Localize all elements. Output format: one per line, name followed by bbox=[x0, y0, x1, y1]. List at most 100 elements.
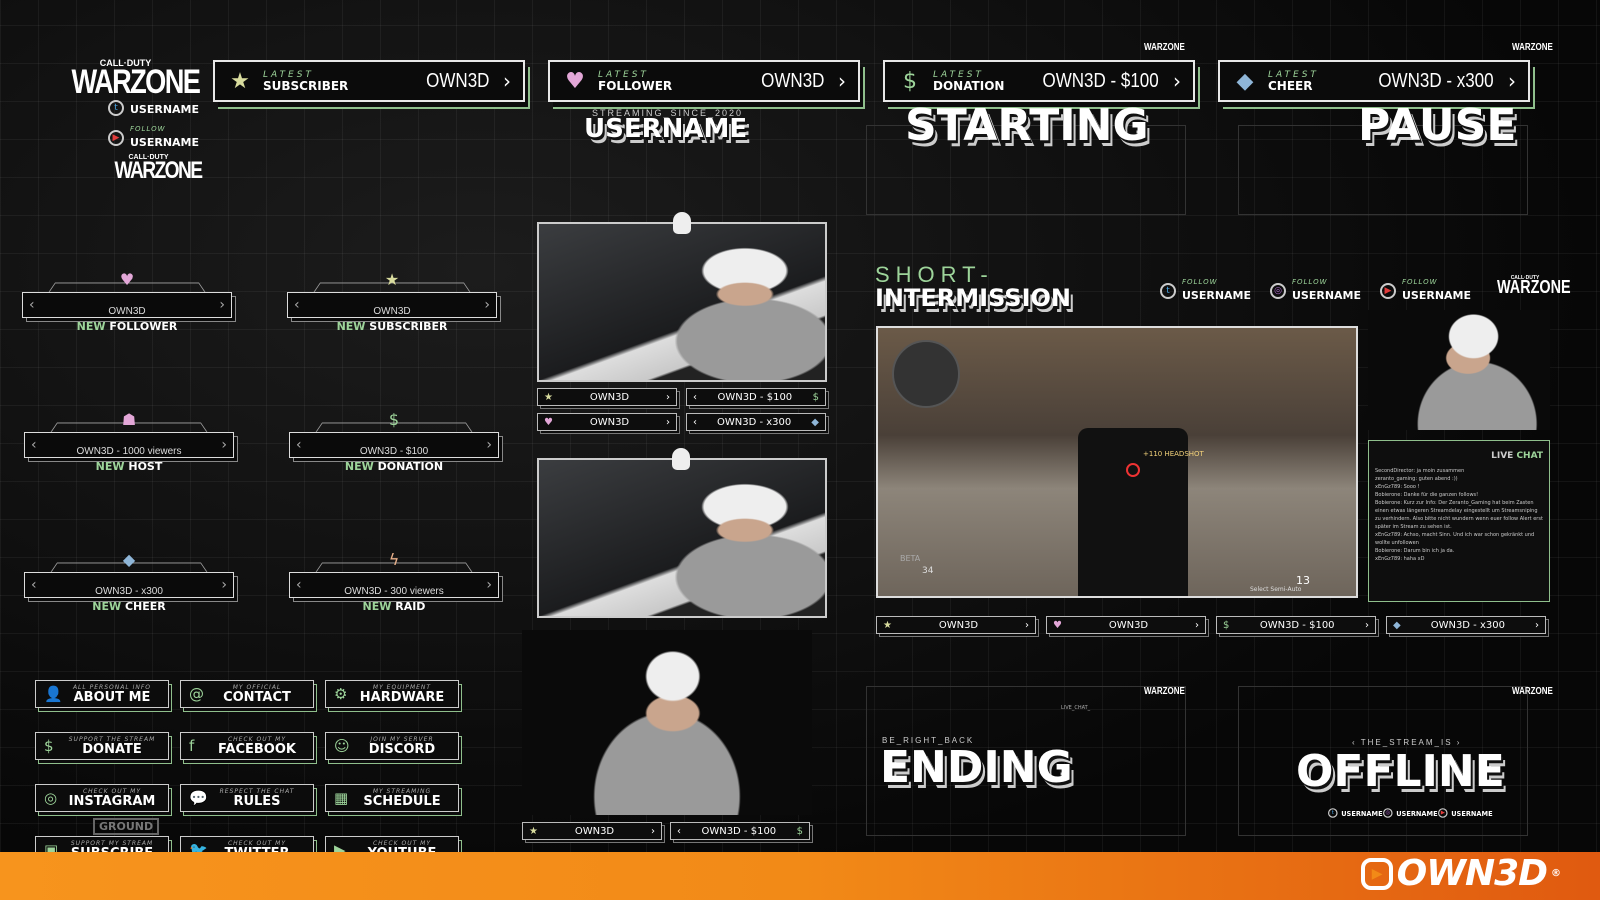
panel-instagram[interactable]: ◎ CHECK OUT MY INSTAGRAM bbox=[35, 784, 169, 812]
star-icon: ★ bbox=[384, 270, 400, 289]
twitter-icon: t bbox=[1328, 808, 1338, 818]
panel-donate[interactable]: $ SUPPORT THE STREAM DONATE bbox=[35, 732, 169, 760]
offline-follow-1[interactable]: ◎ USERNAME bbox=[1383, 808, 1438, 818]
panel-facebook[interactable]: f CHECK OUT MY FACEBOOK bbox=[180, 732, 314, 760]
calendar-icon: ▦ bbox=[334, 789, 349, 807]
warzone-logo-offline: WARZONE bbox=[1512, 686, 1553, 697]
diamond-icon: ◆ bbox=[122, 550, 136, 569]
hit-marker-text: +110 HEADSHOT bbox=[1143, 450, 1204, 458]
chevron-right-icon: › bbox=[503, 69, 511, 93]
webcam-frame-3 bbox=[522, 630, 812, 815]
star-icon: ★ bbox=[883, 619, 892, 631]
panel-discord[interactable]: ☺ JOIN MY SERVER DISCORD bbox=[325, 732, 459, 760]
warzone-logo-ending: WARZONE bbox=[1144, 686, 1185, 697]
chat-message: xEnGz789: Sooo ! bbox=[1375, 484, 1420, 491]
youtube-icon: ▶ bbox=[1380, 282, 1396, 299]
instagram-icon: ◎ bbox=[1270, 282, 1286, 299]
heart-icon: ♥ bbox=[1053, 619, 1062, 631]
offline-title: OFFLINE bbox=[1296, 746, 1505, 797]
panel-schedule[interactable]: ▦ MY STREAMING SCHEDULE bbox=[325, 784, 459, 812]
follow-youtube[interactable]: ▶ FOLLOW USERNAME bbox=[108, 126, 199, 149]
dollar-icon: $ bbox=[388, 410, 400, 429]
diamond-icon: ◆ bbox=[811, 416, 819, 428]
gameplay-capture: +110 HEADSHOT 13 Select Semi-Auto BETA 3… bbox=[876, 326, 1358, 598]
warzone-logo-pause: WARZONE bbox=[1512, 42, 1553, 53]
heart-icon: ♥ bbox=[119, 270, 135, 289]
live-chat-label: LIVE_CHAT_ bbox=[1061, 705, 1091, 711]
chat-icon: 💬 bbox=[189, 789, 208, 807]
cam-sub-bar: ★ OWN3D › bbox=[537, 388, 677, 406]
diamond-icon: ◆ bbox=[1236, 68, 1254, 94]
dollar-icon: $ bbox=[903, 68, 917, 94]
heart-icon: ♥ bbox=[544, 416, 553, 428]
warzone-logo-small: CALL·DUTY WARZONE bbox=[114, 154, 204, 184]
latest-subscriber-bar: ★ LATEST SUBSCRIBER OWN3D › bbox=[213, 60, 525, 102]
username-title: USERNAME bbox=[584, 114, 748, 144]
warzone-logo-intermission: CALL·DUTY WARZONE bbox=[1497, 275, 1571, 298]
offline-follow-2[interactable]: ▶ USERNAME bbox=[1438, 808, 1493, 818]
warzone-logo-starting: WARZONE bbox=[1144, 42, 1185, 53]
intermission-title: INTERMISSION bbox=[875, 284, 1071, 312]
offline-follow-0[interactable]: t USERNAME bbox=[1328, 808, 1383, 818]
lightning-icon: ϟ bbox=[388, 550, 400, 569]
chat-message: Bobierone: Darum bin ich ja da. bbox=[1375, 548, 1455, 555]
skull-icon bbox=[673, 212, 691, 234]
intermission-bar-0: ★ OWN3D › bbox=[876, 616, 1036, 634]
at-icon: @ bbox=[189, 685, 204, 703]
cam-donation-bar: ‹ OWN3D - $100 $ bbox=[686, 388, 826, 406]
alert-donation: $ ‹ › OWN3D - $100 NEW DONATION bbox=[289, 410, 499, 492]
gear-icon: ⚙ bbox=[334, 685, 348, 703]
pause-title: PAUSE bbox=[1358, 100, 1517, 151]
latest-donation-bar: $ LATEST DONATION OWN3D - $100 › bbox=[883, 60, 1195, 102]
panel-about-me[interactable]: 👤 ALL PERSONAL INFO ABOUT ME bbox=[35, 680, 169, 708]
cam-follower-bar: ♥ OWN3D › bbox=[537, 413, 677, 431]
play-icon: ▶ bbox=[1360, 857, 1393, 890]
panel-rules[interactable]: 💬 RESPECT THE CHAT RULES bbox=[180, 784, 314, 812]
own3d-logo[interactable]: ▶ OWN3D ® bbox=[1360, 853, 1561, 894]
chevron-right-icon: › bbox=[838, 69, 846, 93]
star-icon: ★ bbox=[544, 391, 553, 403]
discord-icon: ☺ bbox=[334, 737, 350, 755]
latest-cheer-bar: ◆ LATEST CHEER OWN3D - x300 › bbox=[1218, 60, 1530, 102]
panel-contact[interactable]: @ MY OFFICIAL CONTACT bbox=[180, 680, 314, 708]
dollar-icon: $ bbox=[796, 825, 803, 837]
latest-follower-bar: ♥ LATEST FOLLOWER OWN3D › bbox=[548, 60, 860, 102]
group-icon: ☗ bbox=[121, 410, 137, 429]
intermission-follow-0[interactable]: t FOLLOW USERNAME bbox=[1160, 279, 1251, 302]
follow-twitter[interactable]: t USERNAME bbox=[108, 100, 199, 116]
chat-message: xEnGz789: Achso, macht Sinn. Und ich war… bbox=[1375, 532, 1535, 547]
diamond-icon: ◆ bbox=[1393, 619, 1401, 631]
star-icon: ★ bbox=[230, 68, 250, 94]
chevron-right-icon: › bbox=[1508, 69, 1516, 93]
alert-host: ☗ ‹ › OWN3D - 1000 viewers NEW HOST bbox=[24, 410, 234, 492]
dollar-icon: $ bbox=[812, 391, 819, 403]
youtube-icon: ▶ bbox=[1438, 808, 1448, 818]
intermission-bar-2: $ OWN3D - $100 › bbox=[1216, 616, 1376, 634]
twitter-icon: t bbox=[1160, 282, 1176, 299]
youtube-icon: ▶ bbox=[108, 129, 124, 146]
intermission-follow-2[interactable]: ▶ FOLLOW USERNAME bbox=[1380, 279, 1471, 302]
cam-cheer-bar: ‹ OWN3D - x300 ◆ bbox=[686, 413, 826, 431]
instagram-icon: ◎ bbox=[1383, 808, 1393, 818]
streamer-photo bbox=[1368, 310, 1550, 430]
webcam-frame-1 bbox=[537, 222, 827, 382]
intermission-follow-1[interactable]: ◎ FOLLOW USERNAME bbox=[1270, 279, 1361, 302]
cam3-sub-bar: ★ OWN3D › bbox=[522, 822, 662, 840]
twitter-icon: t bbox=[108, 100, 124, 116]
chat-message: Bobierone: Danke für die ganzen follows! bbox=[1375, 492, 1479, 499]
starting-title: STARTING bbox=[905, 100, 1149, 151]
chat-message: zeranto_gaming: guten abend :)) bbox=[1375, 476, 1458, 483]
streamer-photo bbox=[522, 630, 812, 815]
streamer-photo bbox=[539, 460, 825, 616]
user-icon: 👤 bbox=[44, 685, 63, 703]
star-icon: ★ bbox=[529, 825, 538, 837]
webcam-intermission bbox=[1368, 310, 1550, 430]
chat-message: SecondDirector: ja moin zusammen bbox=[1375, 468, 1465, 475]
panel-hardware[interactable]: ⚙ MY EQUIPMENT HARDWARE bbox=[325, 680, 459, 708]
hud-hint: Select Semi-Auto bbox=[1250, 586, 1302, 593]
live-chat-box: LIVE CHAT SecondDirector: ja moin zusamm… bbox=[1368, 440, 1550, 602]
instagram-icon: ◎ bbox=[44, 789, 58, 807]
streamer-photo bbox=[539, 224, 825, 380]
intermission-bar-1: ♥ OWN3D › bbox=[1046, 616, 1206, 634]
chat-message: Bobierone: Kurz zur Info: Der Zeranto_Ga… bbox=[1375, 500, 1543, 531]
